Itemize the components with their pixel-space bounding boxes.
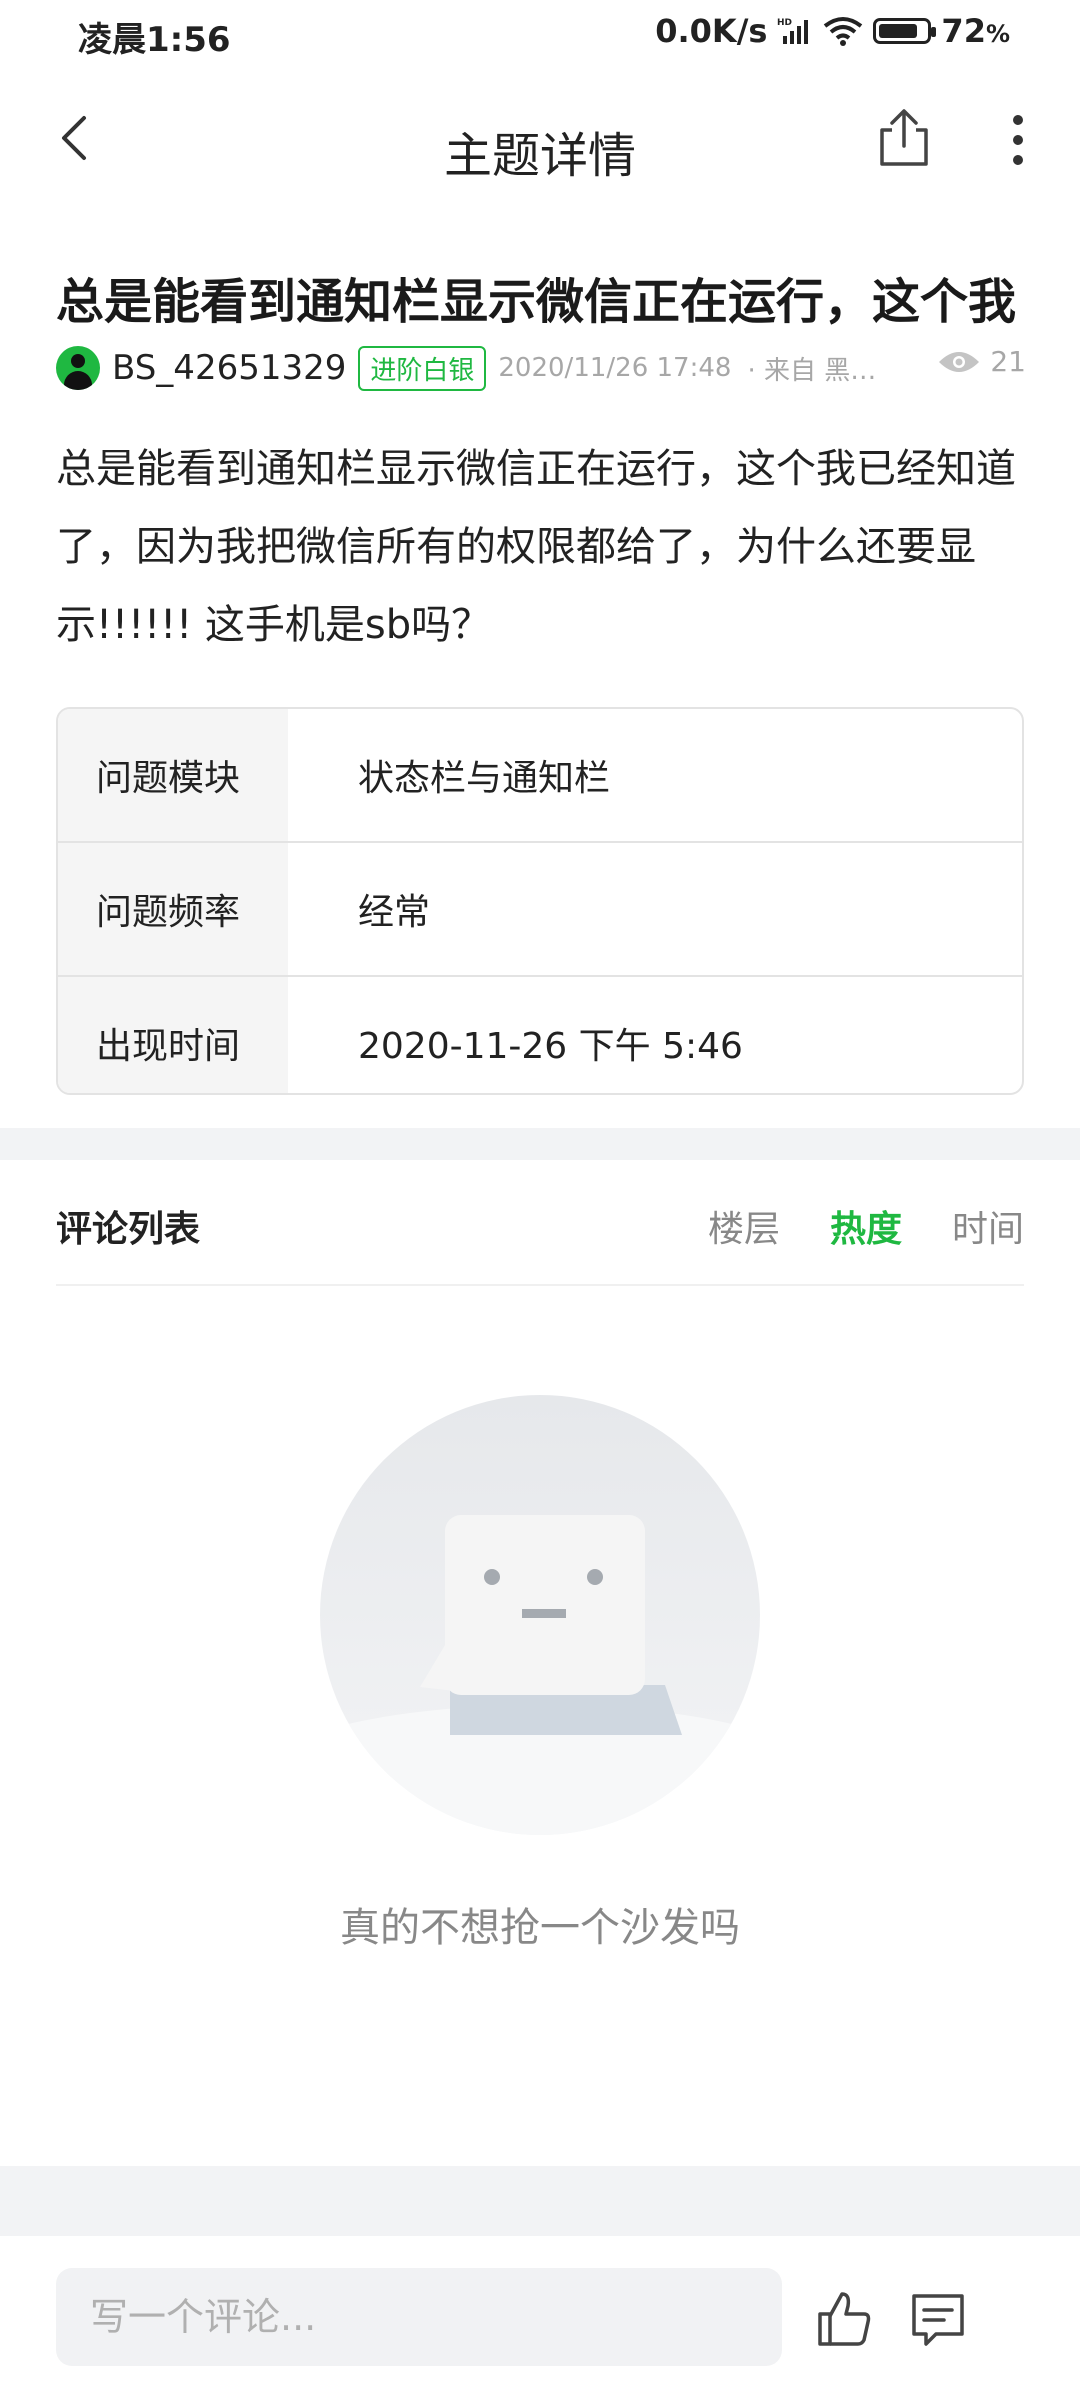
info-value: 2020-11-26 下午 5:46 bbox=[358, 1026, 743, 1067]
post-datetime: 2020/11/26 17:48 bbox=[498, 353, 732, 383]
more-vertical-icon[interactable] bbox=[996, 110, 1040, 170]
view-count-value: 21 bbox=[990, 345, 1026, 378]
sort-tab-floor[interactable]: 楼层 bbox=[708, 1200, 780, 1252]
empty-comments-text: 真的不想抢一个沙发吗 bbox=[340, 1905, 740, 1951]
battery-icon bbox=[873, 18, 937, 44]
post-meta: BS_42651329 进阶白银 2020/11/26 17:48 · 来自 黑… bbox=[56, 345, 1036, 391]
table-row: 出现时间 2020-11-26 下午 5:46 bbox=[58, 977, 1022, 1093]
comment-icon[interactable] bbox=[906, 2286, 970, 2350]
share-icon[interactable] bbox=[872, 106, 936, 170]
sort-tab-time[interactable]: 时间 bbox=[952, 1200, 1024, 1252]
post-source: · 来自 黑鲨... bbox=[747, 355, 898, 386]
view-count: 21 bbox=[938, 345, 1026, 378]
eye-icon bbox=[939, 351, 980, 372]
status-right: 0.0K/s HD 72% bbox=[655, 12, 1010, 50]
comments-header: 评论列表 楼层 热度 时间 bbox=[56, 1160, 1024, 1286]
section-divider bbox=[0, 1128, 1080, 1160]
info-value: 状态栏与通知栏 bbox=[358, 758, 611, 799]
issue-info-table: 问题模块 状态栏与通知栏 问题频率 经常 出现时间 2020-11-26 下午 … bbox=[56, 707, 1024, 1095]
post-title: 总是能看到通知栏显示微信正在运行，这个我 bbox=[56, 274, 1017, 330]
comment-input[interactable] bbox=[56, 2268, 782, 2366]
svg-text:HD: HD bbox=[777, 18, 792, 28]
status-time: 凌晨1:56 bbox=[78, 20, 231, 60]
info-label: 出现时间 bbox=[58, 977, 288, 1093]
info-value: 经常 bbox=[358, 892, 431, 933]
author-name[interactable]: BS_42651329 bbox=[112, 348, 346, 388]
top-navbar: 主题详情 bbox=[0, 66, 1080, 226]
table-row: 问题频率 经常 bbox=[58, 843, 1022, 977]
table-row: 问题模块 状态栏与通知栏 bbox=[58, 709, 1022, 843]
thumbs-up-icon[interactable] bbox=[812, 2286, 876, 2350]
bottom-divider bbox=[0, 2166, 1080, 2236]
comments-title: 评论列表 bbox=[56, 1209, 201, 1250]
status-bar: 凌晨1:56 0.0K/s HD 72% bbox=[0, 0, 1080, 66]
wifi-icon bbox=[824, 17, 863, 46]
hd-signal-icon: HD bbox=[777, 18, 809, 44]
sort-tab-hot[interactable]: 热度 bbox=[830, 1200, 902, 1252]
bottom-action-bar bbox=[0, 2236, 1080, 2400]
empty-comments-illustration bbox=[320, 1395, 760, 1835]
comment-sort-tabs: 楼层 热度 时间 bbox=[708, 1200, 1024, 1252]
info-label: 问题频率 bbox=[58, 843, 288, 975]
level-badge: 进阶白银 bbox=[358, 345, 487, 391]
info-label: 问题模块 bbox=[58, 709, 288, 841]
network-speed: 0.0K/s bbox=[655, 12, 768, 50]
battery-level: 72% bbox=[941, 12, 1010, 50]
avatar[interactable] bbox=[56, 346, 100, 390]
post-body: 总是能看到通知栏显示微信正在运行，这个我已经知道了，因为我把微信所有的权限都给了… bbox=[56, 446, 1016, 648]
